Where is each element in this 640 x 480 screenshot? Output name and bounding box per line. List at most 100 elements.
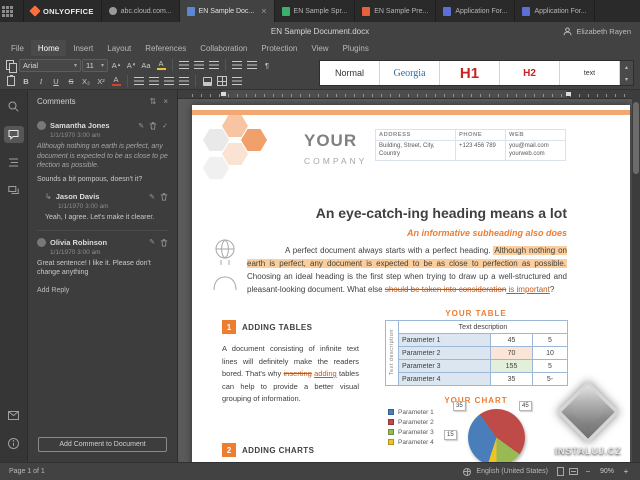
navigation-button[interactable]: [4, 154, 24, 171]
chat-button[interactable]: [4, 182, 24, 199]
tab-spreadsheet[interactable]: EN Sample Spr...: [275, 0, 356, 22]
style-no-spacing[interactable]: Georgia: [380, 61, 440, 85]
add-comment-button[interactable]: Add Comment to Document: [38, 437, 167, 452]
menu-collaboration[interactable]: Collaboration: [193, 40, 254, 56]
style-normal[interactable]: Normal: [320, 61, 380, 85]
sort-comments-icon[interactable]: ⇅: [150, 97, 157, 106]
feedback-button[interactable]: [4, 407, 24, 424]
font-color-button[interactable]: A: [109, 74, 123, 88]
edit-comment-icon[interactable]: ✎: [138, 122, 144, 130]
italic-button[interactable]: I: [34, 74, 48, 88]
add-reply-link[interactable]: Add Reply: [37, 287, 69, 294]
zoom-in-button[interactable]: +: [621, 467, 631, 476]
menu-view[interactable]: View: [304, 40, 335, 56]
comment-thread[interactable]: Samantha Jones ✎ ✓ 1/1/1970 3:00 am Alth…: [37, 114, 168, 230]
font-name-select[interactable]: Arial ▾: [19, 58, 81, 72]
vertical-scrollbar[interactable]: [632, 90, 640, 462]
increase-indent-button[interactable]: [245, 58, 259, 72]
paste-button[interactable]: [4, 74, 18, 88]
section-adding-tables: 1 ADDING TABLES A document consisting of…: [222, 320, 359, 406]
left-indent-marker[interactable]: [221, 92, 226, 96]
tab-portal[interactable]: abc.cloud.com...: [102, 0, 180, 22]
contact-value: you@mail.com yourweb.com: [505, 140, 566, 161]
edit-comment-icon[interactable]: ✎: [149, 238, 155, 246]
comments-panel-title: Comments: [37, 96, 76, 106]
label: A: [126, 60, 132, 70]
delete-comment-icon[interactable]: [160, 192, 168, 201]
feedback-icon: [8, 411, 19, 420]
justify-button[interactable]: [177, 74, 191, 88]
align-center-button[interactable]: [147, 74, 161, 88]
decrease-font-button[interactable]: A ▾: [124, 58, 138, 72]
about-button[interactable]: [4, 435, 24, 452]
decrease-indent-button[interactable]: [230, 58, 244, 72]
comment-reply[interactable]: ↳ Jason Davis ✎ 1/1/1970 3:00 am Yeah, I…: [45, 192, 168, 223]
nonprinting-chars-button[interactable]: ¶: [260, 58, 274, 72]
apps-menu-button[interactable]: [0, 0, 24, 22]
comments-panel-button[interactable]: [3, 126, 24, 143]
font-size-select[interactable]: 11 ▾: [82, 58, 108, 72]
edit-comment-icon[interactable]: ✎: [149, 193, 155, 201]
comment-text: Great sentence! I like it. Please don't …: [37, 259, 151, 277]
menu-protection[interactable]: Protection: [254, 40, 304, 56]
delete-comment-icon[interactable]: [149, 121, 157, 130]
gallery-up-button[interactable]: ▴: [620, 61, 633, 73]
contact-table: ADDRESS PHONE WEB Building, Street, City…: [375, 129, 566, 161]
tab-form-2[interactable]: Application For...: [515, 0, 595, 22]
comment-thread[interactable]: Olivia Robinson ✎ 1/1/1970 3:00 am Great…: [37, 229, 168, 304]
style-heading2[interactable]: H2: [500, 61, 560, 85]
pie-chart: [468, 409, 525, 462]
zoom-value[interactable]: 90%: [598, 468, 616, 475]
tab-document-active[interactable]: EN Sample Doc... ×: [179, 0, 275, 22]
zoom-out-button[interactable]: −: [583, 467, 593, 476]
numbered-list-icon: [194, 61, 204, 69]
style-text[interactable]: text: [560, 61, 620, 85]
menu-layout[interactable]: Layout: [100, 40, 138, 56]
scrollbar-thumb[interactable]: [633, 102, 639, 174]
copy-button[interactable]: [4, 58, 18, 73]
numbered-list-button[interactable]: [192, 58, 206, 72]
search-button[interactable]: [4, 98, 24, 115]
increase-font-button[interactable]: A ▴: [109, 58, 123, 72]
subscript-button[interactable]: X₂: [79, 74, 93, 88]
align-left-icon: [134, 77, 144, 85]
tab-form-1[interactable]: Application For...: [436, 0, 516, 22]
multilevel-list-button[interactable]: [207, 58, 221, 72]
borders-button[interactable]: [215, 74, 229, 88]
change-case-button[interactable]: Aa: [139, 58, 153, 72]
delete-comment-icon[interactable]: [160, 238, 168, 247]
fit-width-button[interactable]: [569, 468, 578, 475]
menu-file[interactable]: File: [4, 40, 31, 56]
strikethrough-button[interactable]: S: [64, 74, 78, 88]
align-right-button[interactable]: [162, 74, 176, 88]
page-indicator[interactable]: Page 1 of 1: [9, 468, 45, 475]
bold-button[interactable]: B: [19, 74, 33, 88]
align-left-button[interactable]: [132, 74, 146, 88]
bullet-list-button[interactable]: [177, 58, 191, 72]
menu-home[interactable]: Home: [30, 40, 67, 56]
underline-button[interactable]: U: [49, 74, 63, 88]
language-selector[interactable]: English (United States): [463, 467, 548, 476]
tab-onlyoffice[interactable]: ONLYOFFICE: [24, 0, 102, 22]
line-spacing-button[interactable]: [230, 74, 244, 88]
menu-insert[interactable]: Insert: [66, 40, 100, 56]
close-icon[interactable]: ×: [261, 6, 266, 16]
avatar: [37, 121, 46, 130]
close-panel-icon[interactable]: ×: [163, 97, 168, 106]
right-indent-marker[interactable]: [566, 92, 571, 96]
fit-page-button[interactable]: [557, 467, 564, 476]
highlight-color-button[interactable]: A: [154, 58, 168, 72]
menu-plugins[interactable]: Plugins: [336, 40, 376, 56]
tab-label: Application For...: [534, 7, 587, 15]
resolve-comment-icon[interactable]: ✓: [162, 122, 168, 130]
superscript-button[interactable]: X²: [94, 74, 108, 88]
line-spacing-icon: [232, 77, 242, 85]
shading-button[interactable]: [200, 74, 214, 88]
body-paragraph: A perfect document always starts with a …: [247, 244, 568, 296]
user-badge[interactable]: Elizabeth Rayen: [563, 27, 631, 36]
gallery-down-button[interactable]: ▾: [620, 73, 633, 85]
tab-presentation[interactable]: EN Sample Pre...: [355, 0, 437, 22]
menu-references[interactable]: References: [138, 40, 193, 56]
horizontal-ruler[interactable]: [178, 90, 632, 99]
style-heading1[interactable]: H1: [440, 61, 500, 85]
